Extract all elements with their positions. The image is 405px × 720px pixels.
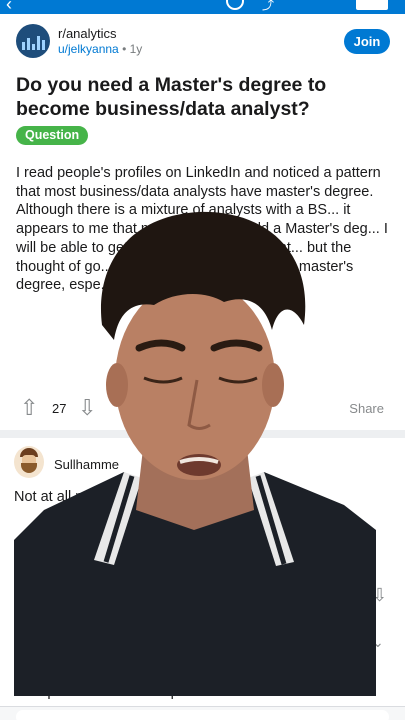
search-icon[interactable]	[226, 0, 244, 10]
reply-input[interactable]	[16, 710, 389, 720]
video-overlay-person	[14, 210, 376, 696]
subreddit-icon[interactable]	[16, 24, 50, 58]
menu-icon[interactable]	[356, 0, 388, 10]
post-age: • 1y	[122, 42, 143, 56]
person-illustration	[14, 211, 376, 696]
top-app-bar: ‹ ⤴	[0, 0, 405, 14]
post-flair: Question	[16, 126, 89, 145]
author-name[interactable]: u/jelkyanna	[58, 42, 119, 56]
bottom-bar	[0, 706, 405, 720]
post-header: r/analytics u/jelkyanna • 1y Join	[16, 24, 390, 60]
back-icon[interactable]: ‹	[6, 0, 12, 15]
post-author[interactable]: u/jelkyanna • 1y	[58, 42, 142, 56]
join-button[interactable]: Join	[344, 29, 390, 54]
post-age-value: 1y	[129, 42, 143, 56]
subreddit-name[interactable]: r/analytics	[58, 26, 117, 41]
post-title: Do you need a Master's degree to become …	[16, 74, 327, 120]
share-icon[interactable]: ⤴	[262, 0, 274, 13]
